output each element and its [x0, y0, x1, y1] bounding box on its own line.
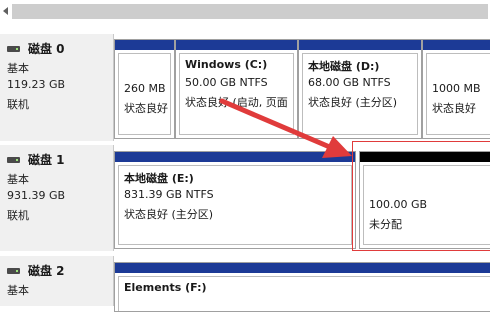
annotation-arrow	[219, 98, 352, 158]
arrow-shaft	[219, 98, 335, 151]
